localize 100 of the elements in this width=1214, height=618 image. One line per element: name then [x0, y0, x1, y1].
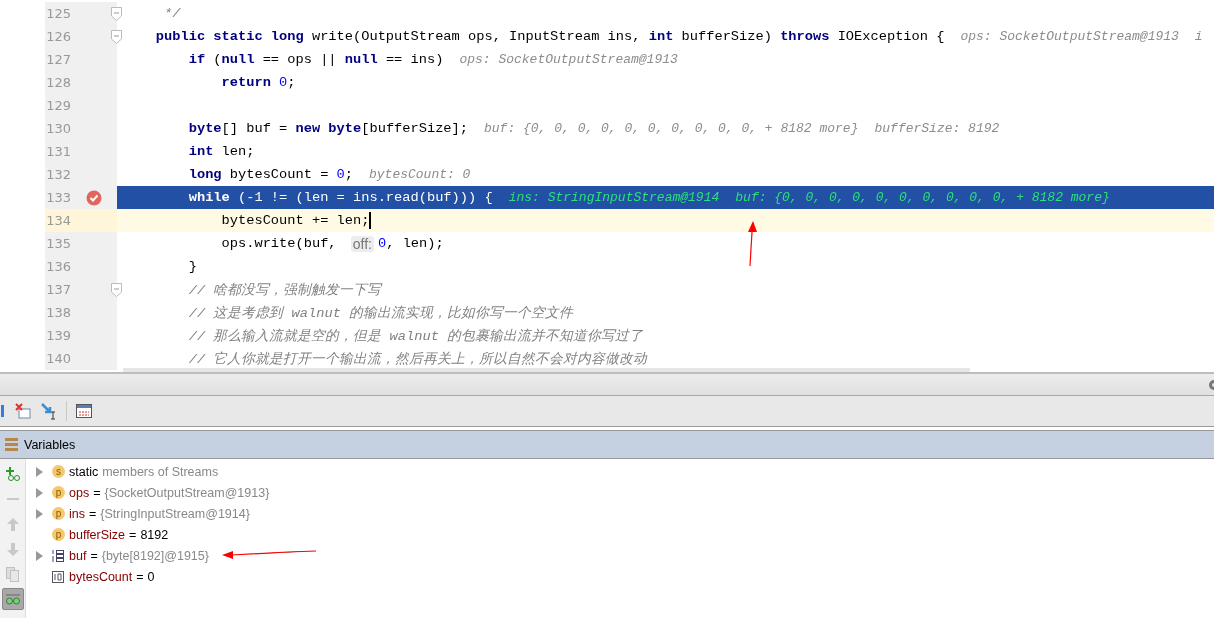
variable-name: bufferSize [69, 527, 126, 542]
line-number: 129 [45, 98, 71, 113]
code-text: bytesCount = [229, 167, 330, 182]
code-text: ( [213, 52, 222, 67]
code-text: */ [163, 6, 181, 21]
expand-arrow-icon[interactable] [35, 487, 43, 498]
code-text: [] buf = [221, 121, 289, 136]
line-number: 132 [45, 167, 71, 182]
code-text: while [187, 190, 231, 205]
line-number: 125 [45, 6, 71, 21]
cursor-arrow-icon[interactable] [40, 402, 58, 420]
code-text: bufferSize) [681, 29, 773, 44]
pointer-arrow [748, 221, 757, 267]
code-text: // 那么输入流就是空的，但是 walnut 的包裹输出流并不知道你写过了 [187, 327, 644, 345]
variable-value: 8192 [140, 527, 169, 542]
line-number: 139 [45, 328, 71, 343]
settings-icon[interactable] [1206, 377, 1214, 392]
line-number: 135 [45, 236, 71, 251]
code-text: // 啥都没写，强制触发一下写 [187, 281, 382, 299]
code-text: if [187, 52, 207, 67]
expand-arrow-icon[interactable] [35, 508, 43, 519]
line-number: 137 [45, 282, 71, 297]
inline-value-hint: bytesCount: 0 [369, 167, 471, 182]
equals-sign: = [93, 485, 101, 500]
text-caret [369, 212, 372, 229]
fold-marker-icon[interactable] [111, 283, 122, 297]
inline-value-hint: buf: {0, 0, 0, 0, 0, 0, 0, 0, 0, 0, + 8182 more} [484, 121, 859, 136]
variable-kind-badge: p [52, 528, 65, 541]
inline-value-hint: ops: SocketOutputStream@1913 [960, 29, 1179, 44]
inline-value-hint: ins: StringInputStream@1914 [508, 190, 720, 205]
panel-title: Variables [24, 437, 76, 452]
expand-arrow-icon[interactable] [35, 466, 43, 477]
inline-value-hint: i [1194, 29, 1203, 44]
code-text: ; [344, 167, 353, 182]
line-number: 136 [45, 259, 71, 274]
code-text: } [187, 259, 197, 274]
equals-sign: = [89, 506, 97, 521]
parameter-hint: off: [350, 235, 374, 252]
inline-value-hint: bufferSize: 8192 [874, 121, 1000, 136]
code-text: ops.write(buf, [220, 236, 338, 251]
code-text: == ops || [262, 52, 338, 67]
equals-sign: = [136, 569, 144, 584]
line-number: 138 [45, 305, 71, 320]
array-icon [52, 548, 65, 563]
inline-value-hint: buf: {0, 0, 0, 0, 0, 0, 0, 0, 0, 0, + 8182 more} [735, 190, 1110, 205]
code-text: write(OutputStream ops, InputStream ins, [311, 29, 642, 44]
line-number: 131 [45, 144, 71, 159]
variable-value: {byte[8192]@1915} [101, 548, 209, 563]
code-text: IOException { [837, 29, 945, 44]
primitive-value-icon [52, 570, 64, 583]
code-text: return [220, 75, 272, 90]
code-text: ; [287, 75, 296, 90]
line-number: 128 [45, 75, 71, 90]
code-text: null [221, 52, 256, 67]
code-text: (-1 != (len = ins.read(buf))) { [238, 190, 493, 205]
fold-marker-icon[interactable] [111, 30, 122, 44]
breakpoint-icon[interactable] [86, 189, 102, 206]
inline-value-hint: ops: SocketOutputStream@1913 [459, 52, 678, 67]
code-text: // 它人你就是打开一个输出流，然后再关上，所以自然不会对内容做改动 [187, 350, 648, 368]
code-text: null [344, 52, 379, 67]
line-number: 126 [45, 29, 71, 44]
code-text: byte [187, 121, 222, 136]
expand-arrow-icon[interactable] [35, 550, 43, 561]
line-number: 130 [45, 121, 71, 136]
horizontal-scrollbar[interactable] [123, 368, 970, 372]
list-icon [5, 438, 18, 451]
variable-name: ins [69, 506, 85, 521]
variable-name: buf [69, 548, 87, 563]
code-text: [bufferSize]; [361, 121, 468, 136]
variable-name: bytesCount [69, 569, 133, 584]
variable-name: static [69, 464, 99, 479]
variable-value: {StringInputStream@1914} [100, 506, 250, 521]
line-number: 140 [45, 351, 71, 366]
code-text: new byte [295, 121, 362, 136]
glasses-icon[interactable] [1, 588, 24, 610]
variable-kind-badge: p [52, 507, 65, 520]
line-number: 133 [45, 190, 71, 205]
code-text: bytesCount += len; [220, 213, 370, 228]
variable-kind-badge: p [52, 486, 65, 499]
code-text: int [648, 29, 675, 44]
table-icon[interactable] [75, 402, 93, 420]
equals-sign: = [90, 548, 98, 563]
variable-kind-badge: s [52, 465, 65, 478]
code-text: == ins) [385, 52, 444, 67]
equals-sign: = [129, 527, 137, 542]
code-text: int [187, 144, 215, 159]
fold-marker-icon[interactable] [111, 7, 122, 21]
code-text: // 这是考虑到 walnut 的输出流实现，比如你写一个空文件 [187, 304, 574, 322]
variable-value: members of Streams [102, 464, 219, 479]
variable-value: {SocketOutputStream@1913} [104, 485, 270, 500]
variable-name: ops [69, 485, 90, 500]
code-text: len; [221, 144, 255, 159]
code-text: long [187, 167, 223, 182]
code-text: throws [780, 29, 831, 44]
drop-frame-icon[interactable] [14, 402, 32, 420]
code-text: 0 [378, 236, 387, 251]
line-number: 134 [45, 213, 71, 228]
code-text: 0 [279, 75, 288, 90]
code-text: public static long [154, 29, 305, 44]
line-number: 127 [45, 52, 71, 67]
